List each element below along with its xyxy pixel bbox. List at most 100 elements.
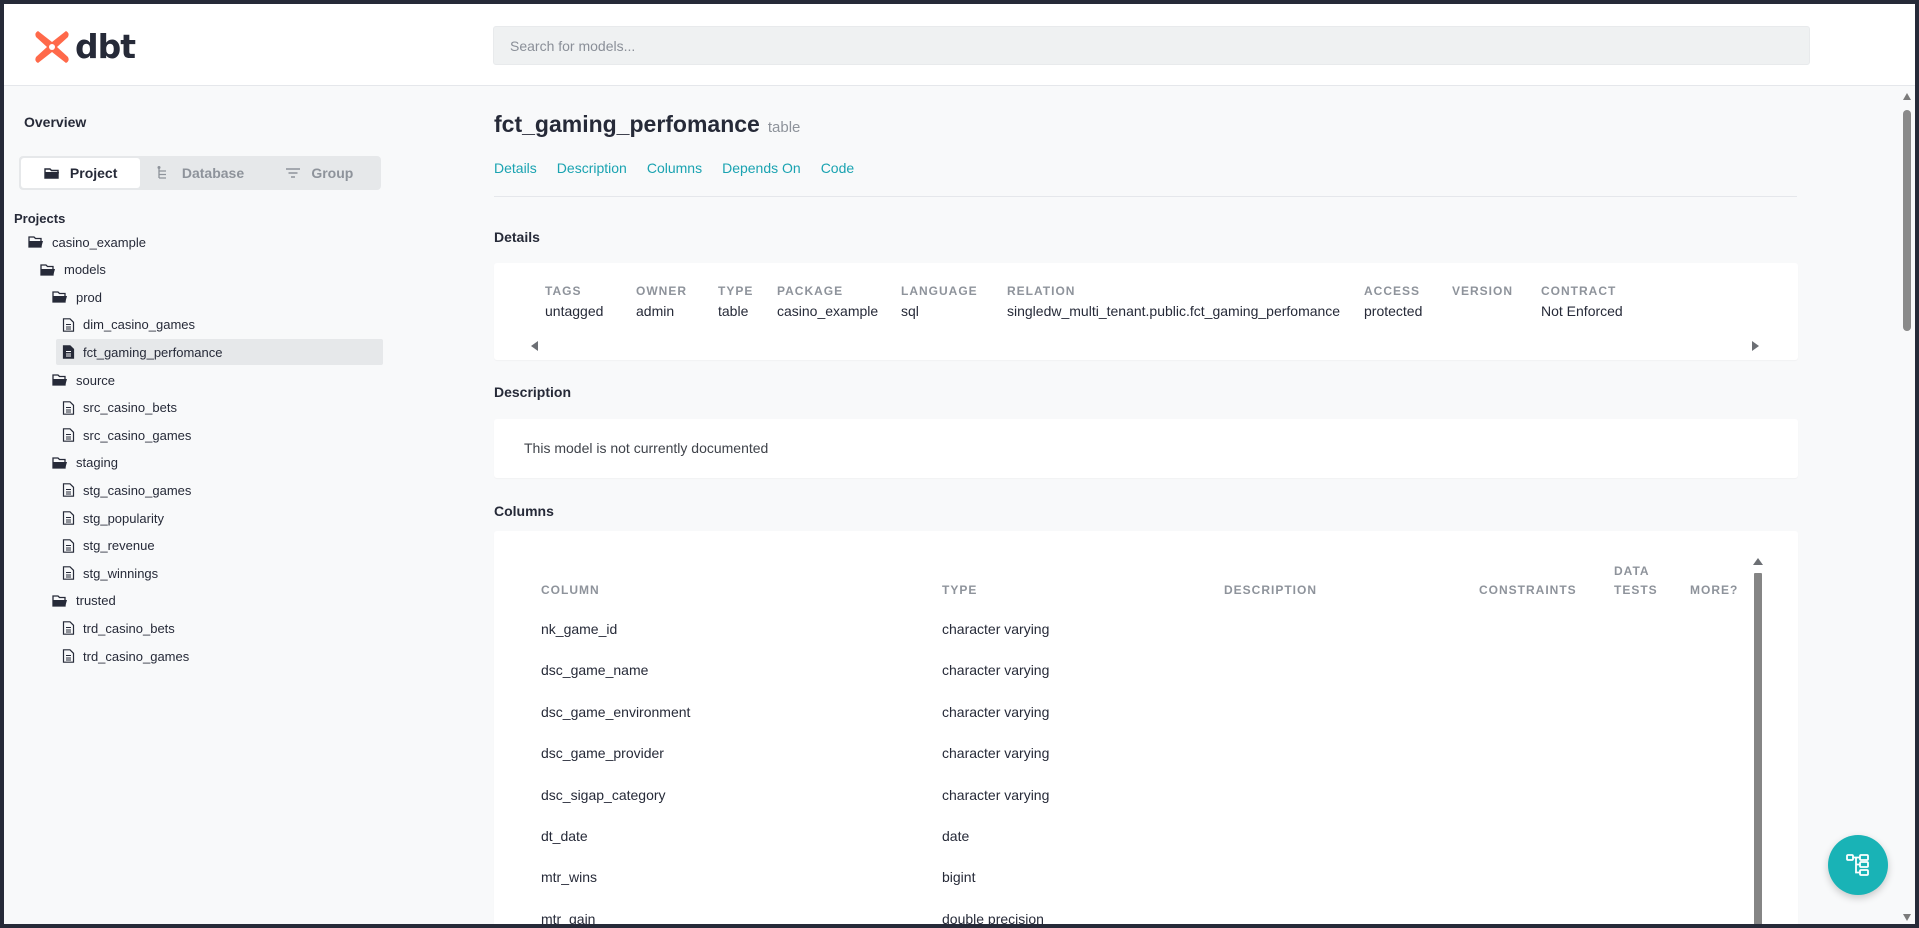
- column-type: character varying: [942, 786, 1050, 803]
- tree-item-label: casino_example: [52, 234, 146, 250]
- folder-open-icon: [28, 236, 43, 248]
- details-heading: Details: [494, 229, 540, 245]
- column-name[interactable]: dsc_game_name: [541, 662, 648, 678]
- lineage-graph-button[interactable]: [1828, 835, 1888, 895]
- column-name[interactable]: dsc_game_environment: [541, 704, 690, 720]
- dbt-logo[interactable]: dbt: [33, 27, 136, 66]
- column-header-description: DESCRIPTION: [1224, 583, 1318, 597]
- filter-lines-icon: [286, 168, 301, 178]
- file-icon: [62, 538, 75, 553]
- detail-owner: OWNER admin: [636, 284, 687, 319]
- tree-file[interactable]: dim_casino_games: [62, 312, 195, 338]
- tree-folder[interactable]: staging: [52, 450, 118, 476]
- detail-contract: CONTRACT Not Enforced: [1541, 284, 1623, 319]
- tree-file[interactable]: trd_casino_games: [62, 643, 189, 669]
- tree-file[interactable]: fct_gaming_perfomance: [56, 339, 383, 366]
- detail-value: sql: [901, 303, 919, 319]
- detail-value: casino_example: [777, 303, 879, 319]
- tab-project[interactable]: Project: [21, 158, 141, 188]
- detail-head: LANGUAGE: [901, 284, 978, 298]
- tab-group[interactable]: Group: [260, 158, 379, 188]
- page-title: fct_gaming_perfomance: [494, 111, 760, 137]
- column-name[interactable]: dsc_game_provider: [541, 745, 664, 761]
- column-name[interactable]: mtr_gain: [541, 911, 595, 924]
- detail-head: TYPE: [718, 284, 754, 298]
- nav-code[interactable]: Code: [821, 160, 854, 176]
- top-header: dbt: [4, 4, 1915, 86]
- page-scrollbar-thumb[interactable]: [1903, 110, 1911, 331]
- tree-item-label: dim_casino_games: [83, 317, 196, 333]
- tree-file[interactable]: src_casino_games: [62, 422, 191, 448]
- page-scroll-up-arrow[interactable]: [1903, 93, 1911, 100]
- scroll-right-arrow[interactable]: [1752, 341, 1759, 351]
- tree-item-label: models: [64, 262, 106, 278]
- sidebar: Overview Project Database Group Projects…: [4, 87, 394, 924]
- tree-folder[interactable]: trusted: [52, 588, 116, 614]
- tree-item-label: staging: [76, 455, 118, 471]
- nav-description[interactable]: Description: [557, 160, 627, 176]
- tree-folder[interactable]: casino_example: [28, 229, 146, 255]
- tree-file[interactable]: trd_casino_bets: [62, 615, 175, 641]
- column-header-constraints: CONSTRAINTS: [1479, 583, 1577, 597]
- tree-file[interactable]: stg_revenue: [62, 533, 155, 559]
- tree-folder[interactable]: source: [52, 367, 115, 393]
- page-scrollbar[interactable]: [1899, 87, 1915, 924]
- search-input[interactable]: [493, 26, 1810, 65]
- column-header-type: TYPE: [942, 583, 978, 597]
- tree-file[interactable]: stg_casino_games: [62, 477, 191, 503]
- detail-tags: TAGS untagged: [545, 284, 603, 319]
- columns-heading: Columns: [494, 503, 554, 519]
- columns-scrollbar-thumb[interactable]: [1754, 573, 1762, 924]
- detail-head: ACCESS: [1364, 284, 1421, 298]
- folder-open-icon: [40, 263, 55, 276]
- detail-head: RELATION: [1007, 284, 1076, 298]
- overview-link[interactable]: Overview: [24, 114, 86, 130]
- app-window: dbt Overview Project Database Group Proj…: [4, 4, 1915, 924]
- column-name[interactable]: dsc_sigap_category: [541, 787, 666, 803]
- projects-heading: Projects: [14, 211, 66, 226]
- column-header-data: DATA: [1614, 564, 1650, 578]
- nav-details[interactable]: Details: [494, 160, 537, 176]
- column-name[interactable]: mtr_wins: [541, 869, 597, 885]
- detail-head: CONTRACT: [1541, 284, 1617, 298]
- tree-item-label: stg_popularity: [83, 510, 164, 526]
- tree-item-label: src_casino_bets: [83, 400, 177, 416]
- nav-depends-on[interactable]: Depends On: [722, 160, 801, 176]
- tree-item-label: src_casino_games: [83, 427, 192, 443]
- tree-folder[interactable]: models: [40, 257, 106, 283]
- tree-folder[interactable]: prod: [52, 284, 102, 310]
- tree-file[interactable]: stg_popularity: [62, 505, 164, 531]
- tree-item-label: fct_gaming_perfomance: [83, 344, 223, 360]
- file-icon: [62, 511, 75, 525]
- description-text: This model is not currently documented: [524, 440, 769, 456]
- detail-access: ACCESS protected: [1364, 284, 1422, 319]
- tab-database[interactable]: Database: [140, 158, 259, 188]
- detail-language: LANGUAGE sql: [901, 284, 978, 319]
- tree-file[interactable]: src_casino_bets: [62, 395, 177, 421]
- detail-package: PACKAGE casino_example: [777, 284, 878, 319]
- column-name[interactable]: dt_date: [541, 828, 588, 844]
- page-scroll-down-arrow[interactable]: [1903, 914, 1911, 921]
- column-header-more: MORE?: [1690, 583, 1739, 597]
- model-header: fct_gaming_perfomance table: [494, 111, 800, 138]
- detail-head: TAGS: [545, 284, 582, 298]
- file-icon: [62, 428, 75, 442]
- scroll-left-arrow[interactable]: [531, 341, 538, 351]
- file-icon: [62, 566, 75, 580]
- detail-value: untagged: [545, 303, 604, 319]
- divider: [494, 196, 1797, 197]
- scroll-up-arrow[interactable]: [1753, 558, 1763, 565]
- folder-open-icon: [52, 595, 67, 607]
- folder-open-icon: [52, 457, 67, 469]
- column-header-column: COLUMN: [541, 583, 600, 597]
- column-type: double precision: [942, 910, 1044, 924]
- column-name[interactable]: nk_game_id: [541, 621, 617, 637]
- nav-columns[interactable]: Columns: [647, 160, 702, 176]
- column-header-tests: TESTS: [1614, 583, 1658, 597]
- tree-item-label: stg_revenue: [83, 538, 155, 554]
- file-icon: [62, 317, 75, 332]
- sidebar-tabs: Project Database Group: [19, 156, 381, 190]
- lineage-graph-icon: [1846, 854, 1869, 876]
- detail-type: TYPE table: [718, 284, 753, 319]
- tree-file[interactable]: stg_winnings: [62, 560, 158, 586]
